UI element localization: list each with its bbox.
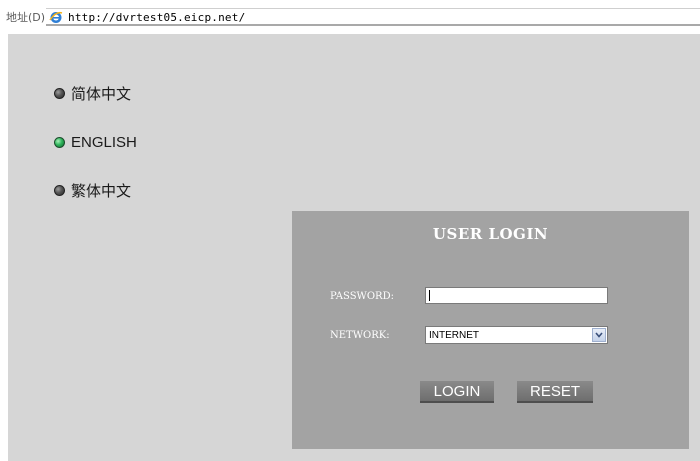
- network-selected-value: INTERNET: [429, 330, 479, 341]
- url-text: http://dvrtest05.eicp.net/: [68, 11, 246, 24]
- login-title: USER LOGIN: [432, 225, 549, 243]
- ie-icon: [49, 10, 63, 24]
- address-label: 地址(D): [6, 11, 46, 24]
- network-select[interactable]: INTERNET: [425, 326, 608, 344]
- network-label: NETWORK:: [330, 330, 390, 341]
- password-label: PASSWORD:: [330, 291, 394, 302]
- language-english[interactable]: ENGLISH: [54, 133, 137, 151]
- reset-button[interactable]: RESET: [517, 381, 593, 403]
- password-input[interactable]: [425, 287, 608, 304]
- radio-dot-icon: [54, 87, 65, 99]
- login-panel: USER LOGIN PASSWORD: NETWORK: INTERNET L…: [292, 211, 689, 449]
- language-label: ENGLISH: [71, 133, 137, 151]
- address-input[interactable]: http://dvrtest05.eicp.net/: [46, 8, 700, 26]
- language-simplified-chinese[interactable]: 简体中文: [54, 84, 132, 103]
- chevron-down-icon[interactable]: [592, 328, 606, 342]
- language-label: 简体中文: [71, 85, 132, 103]
- text-caret: [429, 290, 430, 301]
- radio-dot-icon: [54, 184, 65, 196]
- language-label: 繁体中文: [71, 182, 132, 200]
- radio-dot-active-icon: [54, 136, 65, 148]
- login-button[interactable]: LOGIN: [420, 381, 494, 403]
- address-bar: 地址(D) http://dvrtest05.eicp.net/: [0, 0, 700, 30]
- language-traditional-chinese[interactable]: 繁体中文: [54, 181, 132, 200]
